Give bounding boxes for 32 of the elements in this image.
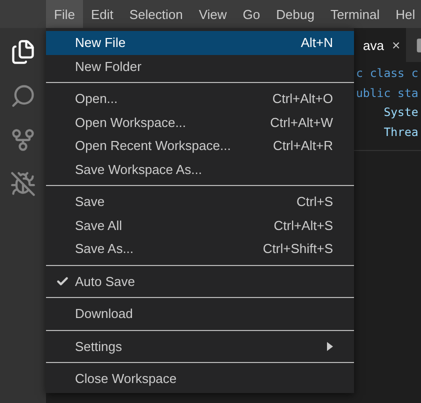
menu-item[interactable]: New File Alt+N xyxy=(46,31,354,54)
menu-item[interactable]: Auto Save xyxy=(46,270,354,293)
menu-item[interactable]: Save As... Ctrl+Shift+S xyxy=(46,237,354,260)
menu-item[interactable]: Save All Ctrl+Alt+S xyxy=(46,214,354,237)
close-icon[interactable]: × xyxy=(392,37,400,53)
menu-bar-item[interactable]: Hel xyxy=(388,0,421,28)
menu-item[interactable]: Settings xyxy=(46,334,354,358)
editor-tab[interactable]: ava × xyxy=(354,28,406,62)
menu-bar-item[interactable]: Selection xyxy=(121,0,191,28)
source-control-icon xyxy=(10,127,36,153)
menu-item[interactable]: Download xyxy=(46,302,354,326)
menu-bar-item[interactable]: File xyxy=(46,0,83,28)
menu-bar-item[interactable]: Debug xyxy=(268,0,322,28)
files-icon xyxy=(10,39,36,65)
menu-item[interactable]: Open... Ctrl+Alt+O xyxy=(46,87,354,110)
no-bug-icon xyxy=(10,171,36,197)
code-line: Syste xyxy=(382,104,418,121)
menu-bar-item[interactable]: Terminal xyxy=(322,0,388,28)
code-line: c class c xyxy=(356,65,418,82)
code-line: ublic sta xyxy=(356,84,418,102)
menu-bar-item[interactable]: Edit xyxy=(82,0,122,28)
menu-item[interactable]: New Folder xyxy=(46,54,354,78)
code-line: Threa xyxy=(382,124,418,140)
menu-item[interactable]: Save Workspace As... xyxy=(46,158,354,181)
tab-label: ava xyxy=(363,38,384,52)
menu-bar-item[interactable]: Go xyxy=(234,0,268,28)
menu-bar-item[interactable]: View xyxy=(190,0,235,28)
menu-item[interactable]: Open Recent Workspace... Ctrl+Alt+R xyxy=(46,134,354,158)
menu-item[interactable]: Open Workspace... Ctrl+Alt+W xyxy=(46,110,354,134)
menu-item[interactable]: Save Ctrl+S xyxy=(46,190,354,214)
menu-item[interactable]: Close Workspace xyxy=(46,367,354,390)
search-icon xyxy=(10,83,36,109)
